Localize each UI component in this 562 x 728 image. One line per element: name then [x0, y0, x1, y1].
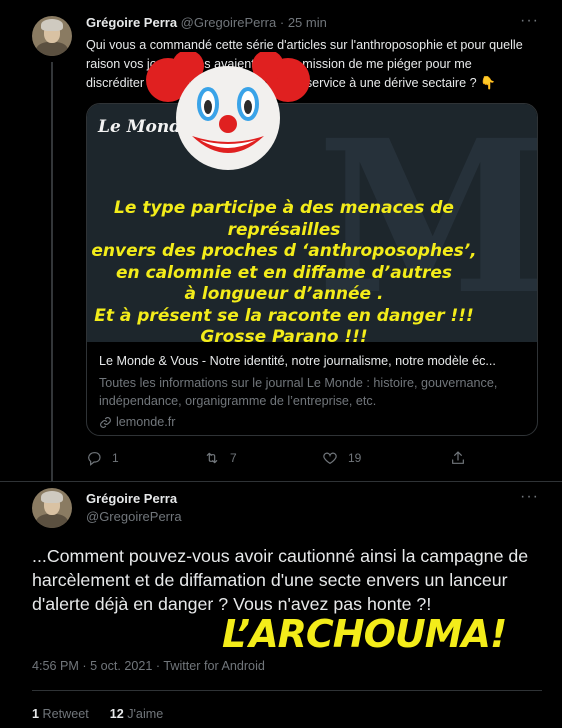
link-card-domain-row: lemonde.fr — [99, 413, 527, 431]
likes-count: 12 — [109, 707, 124, 721]
archouma-overlay: L’ARCHOUMA! — [222, 612, 507, 656]
avatar[interactable] — [32, 16, 72, 56]
overlay-line: envers des proches d ‘anthroposophes’, — [91, 241, 477, 261]
author-name[interactable]: Grégoire Perra — [86, 491, 177, 506]
overlay-line: Grosse Parano !!! — [200, 327, 368, 347]
reply-button[interactable]: 1 — [86, 450, 119, 466]
retweets-label: Retweet — [42, 707, 89, 721]
link-card-title: Le Monde & Vous - Notre identité, notre … — [99, 354, 496, 368]
tweet-header: Grégoire Perra @GregoirePerra — [86, 490, 182, 526]
thread-line — [51, 62, 53, 482]
overlay-line: Et à présent se la raconte en danger !!! — [94, 305, 474, 326]
avatar[interactable] — [32, 488, 72, 528]
tweet-timestamp[interactable]: 4:56 PM · 5 oct. 2021 · Twitter for Andr… — [32, 659, 265, 673]
reply-icon — [88, 452, 101, 466]
share-icon — [452, 451, 464, 464]
link-card-domain: lemonde.fr — [116, 415, 176, 429]
retweet-count: 7 — [230, 451, 237, 465]
divider — [0, 481, 562, 482]
author-name[interactable]: Grégoire Perra — [86, 15, 177, 30]
tweet-text: ...Comment pouvez-vous avoir cautionné a… — [32, 546, 529, 614]
likes-label: J'aime — [127, 707, 164, 721]
more-options-icon[interactable]: ··· — [520, 488, 539, 506]
reply-count: 1 — [112, 451, 119, 465]
author-handle[interactable]: @GregoirePerra — [86, 508, 182, 526]
tweet-header: Grégoire Perra @GregoirePerra · 25 min — [86, 15, 327, 30]
likes-stat[interactable]: 12 J'aime — [110, 707, 164, 721]
divider — [32, 690, 542, 691]
overlay-line: à longueur d’année . — [184, 284, 384, 304]
retweet-button[interactable]: 7 — [204, 450, 237, 466]
retweets-count: 1 — [32, 707, 40, 721]
retweet-icon — [206, 452, 218, 464]
more-options-icon[interactable]: ··· — [520, 12, 539, 30]
author-handle[interactable]: @GregoirePerra — [181, 15, 277, 30]
tweet-actions: 1 7 19 — [86, 450, 486, 470]
retweets-stat[interactable]: 1 Retweet — [32, 707, 89, 721]
overlay-line: en calomnie et en diffame d’autres — [116, 262, 452, 283]
link-card-description: Toutes les informations sur le journal L… — [99, 376, 498, 408]
like-count: 19 — [348, 451, 362, 465]
tweet-1[interactable]: Grégoire Perra @GregoirePerra · 25 min ·… — [0, 0, 562, 482]
overlay-line: Le type participe à des menaces de repré… — [114, 198, 454, 240]
like-button[interactable]: 19 — [322, 450, 361, 466]
heart-icon — [323, 452, 337, 465]
clown-emoji-icon — [146, 52, 310, 170]
share-button[interactable] — [450, 450, 466, 466]
link-icon — [100, 416, 111, 428]
tweet-stats: 1 Retweet 12 J'aime — [32, 707, 163, 721]
overlay-caption: Le type participe à des menaces de repré… — [56, 198, 512, 349]
tweet-time[interactable]: · 25 min — [280, 15, 327, 30]
